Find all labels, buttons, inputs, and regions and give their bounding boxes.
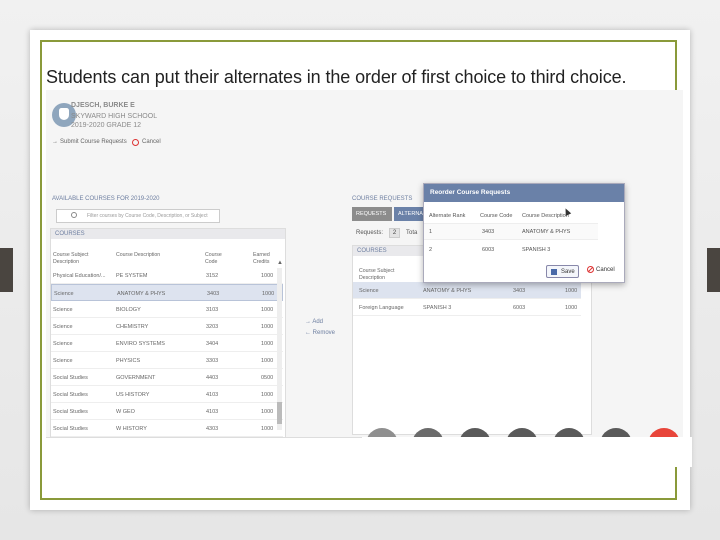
col-subject: Course Subject Description xyxy=(53,252,89,265)
course-row[interactable]: Physical Education/... PE SYSTEM 3152 1000 xyxy=(51,267,283,284)
cancel-button[interactable]: Cancel xyxy=(587,265,615,275)
sort-up-icon[interactable]: ▲ xyxy=(277,260,283,267)
add-button[interactable]: → Add xyxy=(305,319,323,325)
student-name: DJESCH, BURKE E xyxy=(71,102,135,109)
cancel-icon xyxy=(132,139,139,146)
course-requests-title: COURSE REQUESTS xyxy=(352,196,413,202)
save-icon xyxy=(551,269,557,275)
request-row[interactable]: Foreign Language SPANISH 3 6003 1000 xyxy=(353,299,581,316)
col-course-code: Course Code xyxy=(480,213,513,219)
course-row[interactable]: Social Studies W HISTORY 4303 1000 xyxy=(51,420,283,437)
available-panel-title: COURSES xyxy=(51,229,285,239)
available-courses-title: AVAILABLE COURSES FOR 2019-2020 xyxy=(52,196,160,202)
available-courses-panel: COURSES Course Subject Description Cours… xyxy=(50,228,286,437)
course-row[interactable]: Social Studies GOVERNMENT 4403 0500 xyxy=(51,369,283,386)
rank-row[interactable]: 2 6003 SPANISH 3 xyxy=(424,242,598,259)
col-code: Course Code xyxy=(205,252,222,265)
course-row[interactable]: Science PHYSICS 3303 1000 xyxy=(51,352,283,369)
courses-scrollbar[interactable] xyxy=(277,268,282,430)
request-row-selected[interactable]: Science ANATOMY & PHYS 3403 1000 xyxy=(353,282,581,299)
year-grade: 2019-2020 GRADE 12 xyxy=(71,122,142,129)
search-placeholder: Filter courses by Course Code, Descripti… xyxy=(87,213,208,219)
total-label: Tota xyxy=(406,230,418,236)
course-row[interactable]: Social Studies W GEO 4103 1000 xyxy=(51,403,283,420)
requests-count: 2 xyxy=(389,228,400,238)
course-row[interactable]: Science ENVIRO SYSTEMS 3404 1000 xyxy=(51,335,283,352)
col-description: Course Description xyxy=(116,252,161,258)
breadcrumb-submit-requests[interactable]: Submit Course Requests xyxy=(60,139,127,145)
breadcrumb-cancel[interactable]: Cancel xyxy=(142,139,161,145)
breadcrumb-arrow-icon: → xyxy=(52,139,58,145)
course-row[interactable]: Science BIOLOGY 3103 1000 xyxy=(51,301,283,318)
requests-label: Requests: xyxy=(356,230,384,236)
tab-alternates[interactable]: ALTERNA xyxy=(394,207,424,221)
rank-row[interactable]: 1 3403 ANATOMY & PHYS xyxy=(424,223,598,240)
slide-caption: Students can put their alternates in the… xyxy=(46,67,627,87)
right-edge-bar xyxy=(707,248,720,292)
screenshot-area: DJESCH, BURKE E SKYWARD HIGH SCHOOL 2019… xyxy=(46,90,683,438)
course-row[interactable]: Science CHEMISTRY 3203 1000 xyxy=(51,318,283,335)
tab-requests[interactable]: REQUESTS xyxy=(352,207,392,221)
left-edge-bar xyxy=(0,248,13,292)
scrollbar-thumb[interactable] xyxy=(277,402,282,424)
course-row[interactable]: Social Studies US HISTORY 4103 1000 xyxy=(51,386,283,403)
course-search-input[interactable]: Filter courses by Course Code, Descripti… xyxy=(56,209,220,223)
col-course-description: Course Description xyxy=(522,213,569,219)
cancel-icon xyxy=(587,266,594,273)
col-alternate-rank: Alternate Rank xyxy=(429,213,466,219)
dot-mask xyxy=(362,437,692,467)
school-name: SKYWARD HIGH SCHOOL xyxy=(71,113,158,120)
dialog-title: Reorder Course Requests xyxy=(424,184,624,202)
save-button[interactable]: Save xyxy=(546,265,579,278)
reorder-requests-dialog: Reorder Course Requests Alternate Rank C… xyxy=(423,183,625,283)
col-subject: Course Subject Description xyxy=(359,268,395,281)
remove-button[interactable]: ← Remove xyxy=(305,330,335,336)
search-icon xyxy=(71,212,77,218)
course-row-selected[interactable]: Science ANATOMY & PHYS 3403 1000 xyxy=(51,284,283,301)
